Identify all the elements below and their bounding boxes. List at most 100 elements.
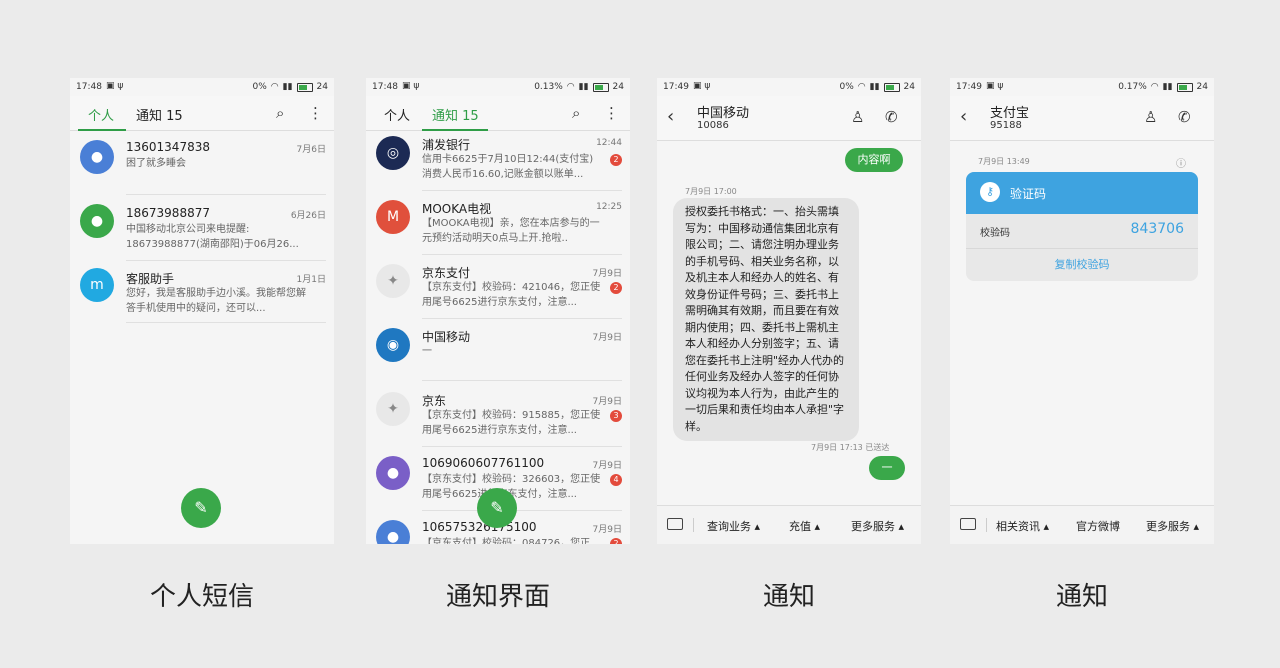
contact-icon[interactable]: ♙ <box>1144 108 1157 126</box>
info-icon[interactable]: ⓘ <box>1176 155 1186 170</box>
unread-badge: 2 <box>610 282 622 294</box>
contact-icon[interactable]: ♙ <box>851 108 864 126</box>
compose-button[interactable]: ✎ <box>477 488 517 528</box>
battery-level: 24 <box>316 82 328 92</box>
verification-code: 843706 <box>1130 221 1184 237</box>
item-preview: 中国移动北京公司来电提醒: 18673988877(湖南邵阳)于06月26... <box>126 224 299 250</box>
sent-time: 7月9日 17:13 <box>811 443 863 452</box>
status-bar: 17:49 ▣ ψ 0% ◠ ▮▮ 24 <box>657 78 921 96</box>
item-preview: 【京东支付】校验码：084726，您正 <box>422 538 591 544</box>
item-name: 13601347838 <box>126 140 210 154</box>
service-menu-bar: 查询业务 ▴ 充值 ▴ 更多服务 ▴ <box>657 505 921 544</box>
keyboard-icon[interactable] <box>667 518 683 530</box>
menu-recharge[interactable]: 充值 ▴ <box>789 518 820 534</box>
status-time: 17:49 <box>663 82 689 92</box>
notification-icons: ▣ ψ <box>986 81 1004 91</box>
conversation-title: 中国移动 <box>697 106 750 121</box>
battery-icon <box>1176 82 1193 92</box>
conversation-header: ‹ 支付宝 95188 ♙ ✆ <box>950 96 1214 141</box>
verification-card: ⚷ 验证码 校验码 843706 复制校验码 <box>966 172 1198 281</box>
list-item[interactable]: ✦ 京东 7月9日 【京东支付】校验码：915885，您正使用尾号6625进行京… <box>366 390 630 450</box>
list-item[interactable]: ✦ 京东支付 7月9日 【京东支付】校验码：421046，您正使用尾号6625进… <box>366 262 630 322</box>
list-item[interactable]: ● 13601347838 7月6日 困了就多睡会 <box>70 138 334 196</box>
menu-label: 更多服务 <box>1146 520 1190 533</box>
divider <box>126 322 326 323</box>
item-name: 10657532617​5100 <box>422 520 537 534</box>
phone-alipay-thread: 17:49 ▣ ψ 0.17% ◠ ▮▮ 24 ‹ 支付宝 95188 ♙ ✆ … <box>950 78 1214 544</box>
list-item[interactable]: ◉ 中国移动 7月9日 一 <box>366 326 630 382</box>
item-date: 1月1日 <box>296 275 326 285</box>
phone-call-icon[interactable]: ✆ <box>1178 108 1191 126</box>
message-time: 7月9日 13:49 <box>978 157 1030 166</box>
divider <box>422 510 622 511</box>
list-item[interactable]: ● 18673988877 6月26日 中国移动北京公司来电提醒: 186739… <box>70 204 334 264</box>
item-date: 7月9日 <box>592 333 622 343</box>
divider <box>126 194 326 195</box>
divider <box>422 446 622 447</box>
item-preview: 【京东支付】校验码：421046，您正使用尾号6625进行京东支付，注意... <box>422 282 601 308</box>
list-item[interactable]: M MOOKA电视 12:25 【MOOKA电视】亲，您在本店参与的一元预约活动… <box>366 198 630 258</box>
copy-code-button[interactable]: 复制校验码 <box>966 249 1198 281</box>
battery-icon <box>883 82 900 92</box>
service-menu-bar: 相关资讯 ▴ 官方微博 更多服务 ▴ <box>950 505 1214 544</box>
tab-indicator <box>78 129 126 131</box>
key-icon: ⚷ <box>980 182 1000 202</box>
item-name: 18673988877 <box>126 206 210 220</box>
menu-more-services[interactable]: 更多服务 ▴ <box>851 518 904 534</box>
search-icon[interactable]: ⌕ <box>276 104 284 122</box>
phone-call-icon[interactable]: ✆ <box>885 108 898 126</box>
tab-personal[interactable]: 个人 <box>384 105 410 124</box>
battery-level: 24 <box>903 82 915 92</box>
assistant-avatar-icon: m <box>80 268 114 302</box>
status-time: 17:49 <box>956 82 982 92</box>
sent-bubble[interactable]: 一 <box>869 456 905 480</box>
item-name: 客服助手 <box>126 272 175 286</box>
message-time: 7月9日 17:00 <box>685 187 737 196</box>
tab-personal[interactable]: 个人 <box>88 105 114 124</box>
received-bubble[interactable]: 授权委托书格式：一、抬头需填写为：中国移动通信集团北京有限公司；二、请您注明办理… <box>673 198 859 441</box>
more-menu-icon[interactable]: ⋮ <box>308 104 323 122</box>
tab-notifications[interactable]: 通知 15 <box>136 105 183 124</box>
status-time: 17:48 <box>76 82 102 92</box>
item-date: 6月26日 <box>290 211 326 221</box>
item-preview: 一 <box>422 346 432 357</box>
battery-icon <box>296 82 313 92</box>
tab-notifications[interactable]: 通知 15 <box>432 105 479 124</box>
divider <box>422 380 622 381</box>
sent-bubble[interactable]: 内容啊 <box>845 148 903 172</box>
menu-official-weibo[interactable]: 官方微博 <box>1076 518 1120 534</box>
compose-button[interactable]: ✎ <box>181 488 221 528</box>
search-icon[interactable]: ⌕ <box>572 104 580 122</box>
list-item[interactable]: ◎ 浦发银行 12:44 信用卡6625于7月10日12:44(支付宝)消费人民… <box>366 134 630 194</box>
menu-label: 更多服务 <box>851 520 895 533</box>
net-speed: 0% <box>252 82 267 92</box>
back-arrow-icon[interactable]: ‹ <box>960 106 967 127</box>
signal-icon: ▮▮ <box>869 82 880 92</box>
net-speed: 0.17% <box>1118 82 1147 92</box>
divider <box>422 318 622 319</box>
tab-indicator <box>422 129 488 131</box>
menu-label: 相关资讯 <box>996 520 1040 533</box>
card-title: 验证码 <box>1010 187 1047 201</box>
item-date: 7月9日 <box>592 461 622 471</box>
contact-avatar-icon: ● <box>376 520 410 544</box>
delivery-status: 已送达 <box>865 443 890 452</box>
item-name: 中国移动 <box>422 330 471 344</box>
menu-related-news[interactable]: 相关资讯 ▴ <box>996 518 1049 534</box>
code-label: 校验码 <box>980 228 1010 239</box>
unread-badge: 4 <box>610 474 622 486</box>
status-bar: 17:48 ▣ ψ 0% ◠ ▮▮ 24 <box>70 78 334 96</box>
menu-more-services[interactable]: 更多服务 ▴ <box>1146 518 1199 534</box>
more-menu-icon[interactable]: ⋮ <box>604 104 619 122</box>
net-speed: 0% <box>839 82 854 92</box>
keyboard-icon[interactable] <box>960 518 976 530</box>
item-date: 12:44 <box>596 138 622 148</box>
list-item[interactable]: m 客服助手 1月1日 您好，我是客服助手边小溪。我能帮您解答手机使用中的疑问，… <box>70 268 334 328</box>
back-arrow-icon[interactable]: ‹ <box>667 106 674 127</box>
status-bar: 17:49 ▣ ψ 0.17% ◠ ▮▮ 24 <box>950 78 1214 96</box>
menu-label: 查询业务 <box>707 520 751 533</box>
card-header: ⚷ 验证码 <box>966 172 1198 214</box>
item-preview: 困了就多睡会 <box>126 158 186 169</box>
item-preview: 信用卡6625于7月10日12:44(支付宝)消费人民币16.60,记账金额以账… <box>422 154 594 180</box>
menu-query-business[interactable]: 查询业务 ▴ <box>707 518 760 534</box>
